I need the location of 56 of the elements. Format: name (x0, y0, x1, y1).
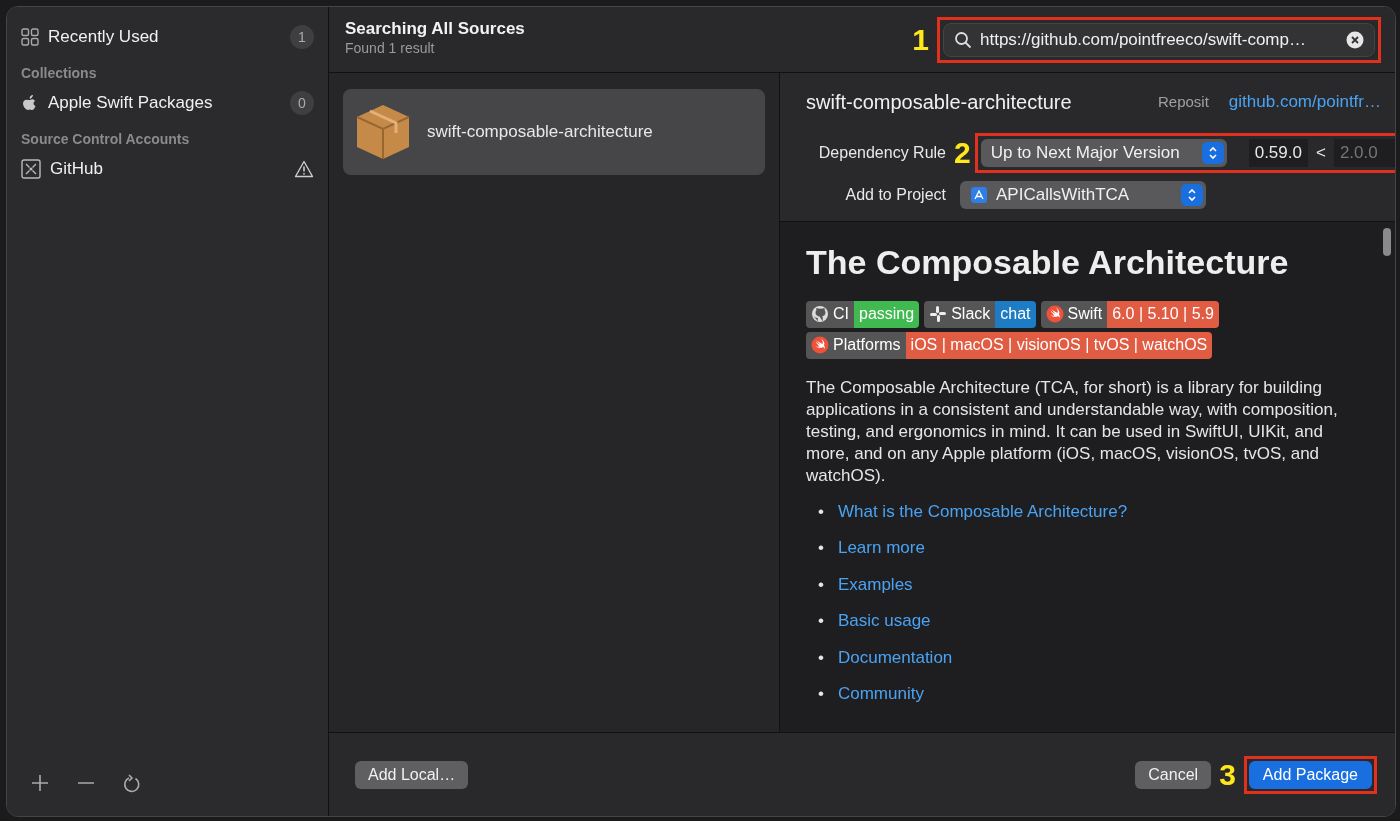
add-local-button[interactable]: Add Local… (355, 760, 469, 789)
scrollbar-thumb[interactable] (1383, 228, 1391, 256)
readme-title: The Composable Architecture (806, 242, 1290, 283)
annotation-number: 2 (954, 138, 971, 168)
package-name: swift-composable-architecture (806, 90, 1072, 115)
app-icon (970, 186, 988, 204)
swift-icon (811, 336, 829, 355)
search-field[interactable]: https://github.com/pointfreeco/swift-comp… (943, 22, 1375, 57)
search-result[interactable]: swift-composable-architecture (343, 89, 765, 175)
header-title: Searching All Sources (345, 19, 525, 39)
network-icon (21, 159, 41, 179)
bullet: • (818, 573, 824, 596)
readme-link[interactable]: Basic usage (837, 608, 931, 634)
swift-icon (1045, 305, 1064, 324)
add-package-button[interactable]: Add Package (1248, 760, 1372, 789)
bullet: • (818, 683, 824, 706)
field-label: Dependency Rule (817, 143, 946, 163)
bullet: • (818, 537, 824, 560)
section-header: Collections (21, 64, 98, 83)
refresh-icon[interactable] (123, 774, 141, 794)
dependency-rule-popup[interactable]: Up to Next Major Version (980, 139, 1227, 167)
bullet: • (818, 500, 824, 523)
stepper-icon (1201, 142, 1224, 164)
count-badge: 1 (290, 25, 314, 49)
sidebar-item[interactable]: Apple Swift Packages 0 (21, 85, 314, 121)
github-icon (811, 305, 829, 324)
result-count: Found 1 result (345, 39, 436, 59)
sidebar-item[interactable]: GitHub (21, 151, 314, 187)
count-badge: 0 (290, 91, 314, 115)
version-field[interactable]: 2.0.0 (1333, 139, 1395, 167)
readme-link[interactable]: What is the Composable Architecture? (837, 498, 1128, 525)
annotation-number: 3 (1219, 759, 1236, 790)
clear-icon[interactable] (1346, 30, 1364, 49)
repository-label: Reposit (1158, 91, 1209, 112)
package-box-icon (355, 103, 411, 161)
field-label: Add to Project (844, 185, 946, 205)
project-popup[interactable]: APICallsWithTCA (960, 181, 1206, 209)
add-icon[interactable] (31, 774, 49, 792)
less-than-sign: < (1315, 142, 1326, 165)
section-header: Source Control Accounts (21, 130, 191, 149)
readme-link[interactable]: Community (837, 681, 924, 707)
readme-link[interactable]: Documentation (837, 644, 953, 671)
version-field[interactable]: 0.59.0 (1248, 139, 1308, 167)
grid-icon (21, 28, 39, 46)
cancel-button[interactable]: Cancel (1135, 760, 1212, 789)
stepper-icon (1181, 184, 1203, 206)
repository-link[interactable]: github.com/pointfr… (1228, 89, 1381, 115)
search-icon (954, 30, 972, 49)
bullet: • (818, 610, 824, 633)
readme-paragraph: The Composable Architecture (TCA, for short) is a library for building applications in a consistent and understandable way, with composition, testing, and ergonomics in mind. It can be used in SwiftUI, UIKit, and more, and on any Apple platform (iOS, macOS, visionOS, tvOS, and watchOS). (806, 376, 1339, 487)
slack-icon (929, 305, 948, 324)
sidebar-item[interactable]: Recently Used 1 (21, 19, 314, 55)
bullet: • (818, 646, 824, 669)
annotation-number: 1 (912, 24, 929, 55)
readme-link[interactable]: Examples (837, 571, 913, 598)
readme-link[interactable]: Learn more (837, 535, 925, 561)
